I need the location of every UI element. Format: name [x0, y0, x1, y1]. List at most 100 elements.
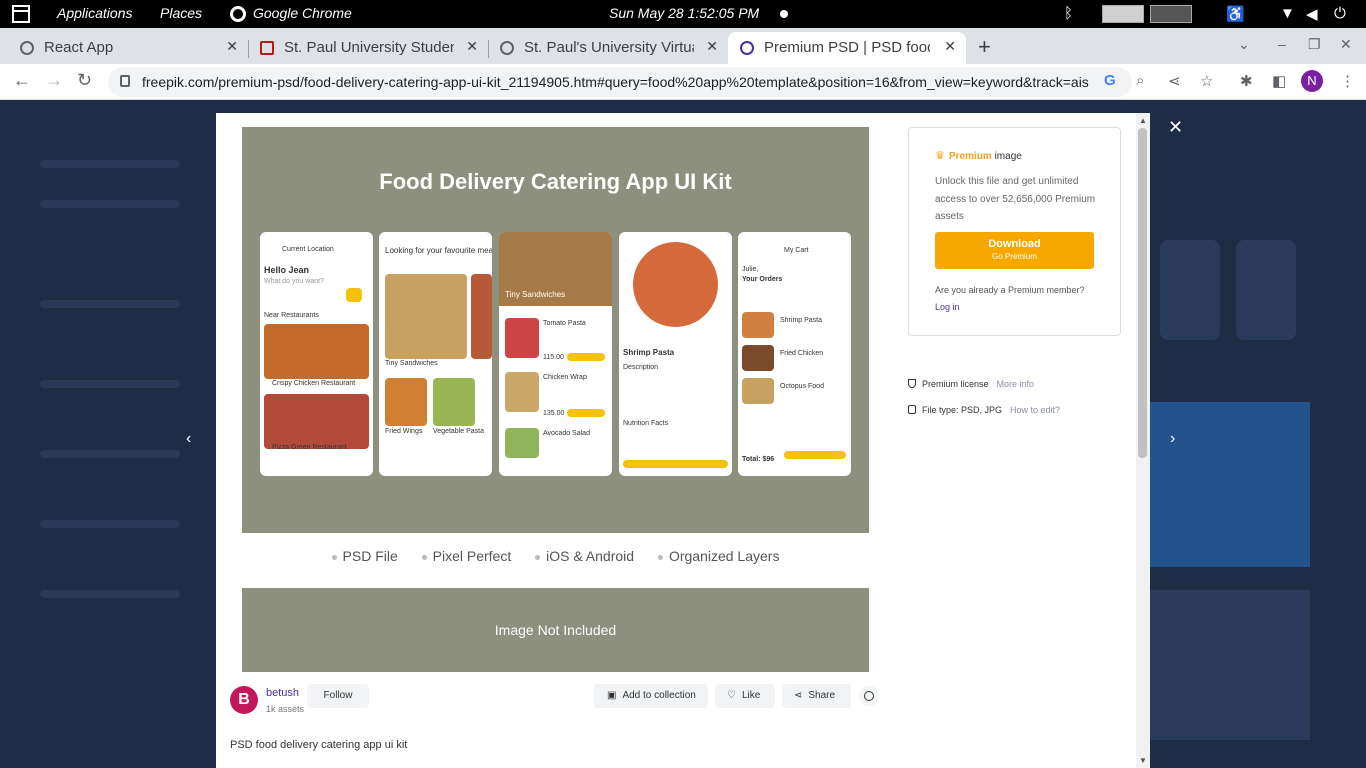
maximize-icon[interactable]: ❐	[1308, 36, 1321, 53]
heart-icon: ♡	[727, 690, 736, 701]
like-button[interactable]: ♡ Like	[715, 684, 775, 708]
close-tab-icon[interactable]: ✕	[706, 38, 718, 55]
mockup-text: Hello Jean	[264, 265, 310, 275]
tab-react-app[interactable]: React App ✕	[8, 32, 248, 64]
close-tab-icon[interactable]: ✕	[944, 38, 956, 55]
mockup-text: Shrimp Pasta	[623, 348, 675, 357]
bookmark-star-icon[interactable]: ☆	[1200, 72, 1213, 90]
active-app-label[interactable]: Google Chrome	[253, 5, 352, 21]
back-icon[interactable]: ←	[13, 70, 31, 91]
close-tab-icon[interactable]: ✕	[226, 38, 238, 55]
share-page-icon[interactable]: ⋖	[1168, 72, 1181, 90]
license-label: Premium license	[922, 379, 989, 389]
mockup-text: Fried Chicken	[780, 350, 824, 357]
applications-menu-icon[interactable]	[12, 5, 30, 23]
chrome-icon	[230, 6, 246, 22]
address-bar[interactable]: freepik.com/premium-psd/food-delivery-ca…	[108, 67, 1132, 97]
close-modal-icon[interactable]: ✕	[1168, 117, 1183, 138]
mockup-detail-screen: Tiny Sandwiches Tomato Pasta 115.00 Chic…	[499, 232, 612, 476]
tab-search-icon[interactable]: ⌄	[1238, 36, 1250, 53]
applications-menu[interactable]: Applications	[57, 5, 133, 21]
crown-icon: ♛	[935, 150, 945, 162]
follow-button[interactable]: Follow	[307, 684, 369, 708]
share-icon: ⋖	[794, 690, 803, 701]
minimize-icon[interactable]: –	[1278, 36, 1286, 52]
filetype-label: File type: PSD, JPG	[922, 405, 1003, 415]
places-menu[interactable]: Places	[160, 5, 202, 21]
add-to-collection-button[interactable]: ▣ Add to collection	[594, 684, 708, 708]
profile-avatar[interactable]: N	[1301, 70, 1323, 92]
add-to-cart-bar	[623, 460, 728, 468]
tab-freepik-active[interactable]: Premium PSD | PSD food d ✕	[728, 32, 966, 64]
pinterest-icon[interactable]	[859, 686, 879, 706]
accessibility-icon[interactable]: ♿	[1226, 5, 1245, 23]
mockup-cart-screen: My Cart Julie, Your Orders Shrimp Pasta …	[738, 232, 851, 476]
feature-list: PSD File Pixel Perfect iOS & Android Org…	[242, 548, 869, 574]
lock-icon[interactable]	[120, 75, 130, 87]
zoom-icon[interactable]: ⌕	[1136, 72, 1144, 89]
mockup-text: Tomato Pasta	[543, 320, 586, 327]
mockup-home-screen: Current Location Hello Jean What do you …	[260, 232, 373, 476]
bg-thumbnail	[1160, 240, 1220, 340]
food-photo	[433, 378, 475, 426]
mockup-browse-screen: Looking for your favourite meal Tiny San…	[379, 232, 492, 476]
premium-label-suffix: image	[991, 151, 1022, 162]
bg-featured-tile	[1150, 402, 1310, 567]
next-resource-icon[interactable]: ›	[1170, 430, 1175, 448]
new-tab-button[interactable]: +	[978, 34, 991, 60]
premium-description: Unlock this file and get unlimited acces…	[935, 176, 1096, 222]
workspace-2-icon[interactable]	[1150, 5, 1192, 23]
volume-icon[interactable]: ◀	[1306, 5, 1318, 23]
mockup-text: Your Orders	[742, 276, 783, 283]
download-button[interactable]: Download Go Premium	[935, 232, 1094, 269]
mockup-text: Looking for your favourite meal	[385, 246, 492, 255]
preview-image[interactable]: Food Delivery Catering App UI Kit Curren…	[242, 127, 869, 533]
power-icon[interactable]: ⏻	[1334, 5, 1346, 22]
globe-icon	[500, 41, 514, 55]
how-to-edit-link[interactable]: How to edit?	[1010, 405, 1060, 415]
mockup-text: Total: $96	[742, 456, 775, 463]
globe-icon	[20, 41, 34, 55]
more-info-link[interactable]: More info	[997, 379, 1035, 389]
reload-icon[interactable]: ↻	[77, 70, 92, 91]
scroll-up-icon[interactable]: ▲	[1139, 116, 1147, 125]
previous-resource-icon[interactable]: ‹	[186, 430, 191, 448]
freepik-icon	[740, 41, 754, 55]
forward-icon[interactable]: →	[45, 70, 63, 91]
bg-sidebar-item	[40, 450, 180, 458]
scroll-down-icon[interactable]: ▼	[1139, 756, 1147, 765]
modal-scroll-thumb[interactable]	[1138, 128, 1147, 458]
food-photo	[385, 274, 467, 359]
workspace-1-icon[interactable]	[1102, 5, 1144, 23]
share-button[interactable]: ⋖ Share	[782, 684, 851, 708]
author-avatar[interactable]: B	[230, 686, 258, 714]
author-name-link[interactable]: betush	[266, 687, 299, 699]
close-tab-icon[interactable]: ✕	[466, 38, 478, 55]
extensions-icon[interactable]: ✱	[1240, 72, 1253, 90]
clock[interactable]: Sun May 28 1:52:05 PM	[609, 5, 759, 21]
tab-stpaul-virtual[interactable]: St. Paul's University Virtual ✕	[488, 32, 728, 64]
login-link[interactable]: Log in	[935, 302, 960, 312]
tab-title: React App	[44, 39, 114, 56]
url-text[interactable]: freepik.com/premium-psd/food-delivery-ca…	[142, 74, 1092, 90]
collection-icon: ▣	[607, 690, 617, 701]
food-photo	[742, 345, 774, 371]
mockup-text: Chicken Wrap	[543, 374, 587, 381]
google-lens-icon[interactable]: G	[1104, 72, 1116, 89]
mockup-text: Current Location	[282, 246, 334, 253]
bluetooth-icon[interactable]: ᛒ	[1064, 5, 1073, 22]
bg-thumbnail	[1150, 590, 1310, 740]
tab-stpaul-student[interactable]: St. Paul University Student ✕	[248, 32, 488, 64]
mockup-text: Nutrition Facts	[623, 420, 669, 427]
mockup-text: Tiny Sandwiches	[385, 360, 438, 367]
close-window-icon[interactable]: ✕	[1340, 36, 1352, 53]
add-to-collection-label: Add to collection	[622, 690, 696, 701]
shield-icon	[908, 379, 916, 388]
wifi-icon[interactable]: ▼	[1280, 5, 1295, 22]
side-panel-icon[interactable]: ◧	[1272, 72, 1286, 90]
chrome-menu-icon[interactable]: ⋮	[1340, 72, 1355, 90]
mockup-text: 135.00	[543, 410, 565, 417]
mockup-text: Tiny Sandwiches	[505, 290, 566, 299]
image-not-included-panel: Image Not Included	[242, 588, 869, 672]
mockup-text: Julie,	[742, 266, 759, 273]
